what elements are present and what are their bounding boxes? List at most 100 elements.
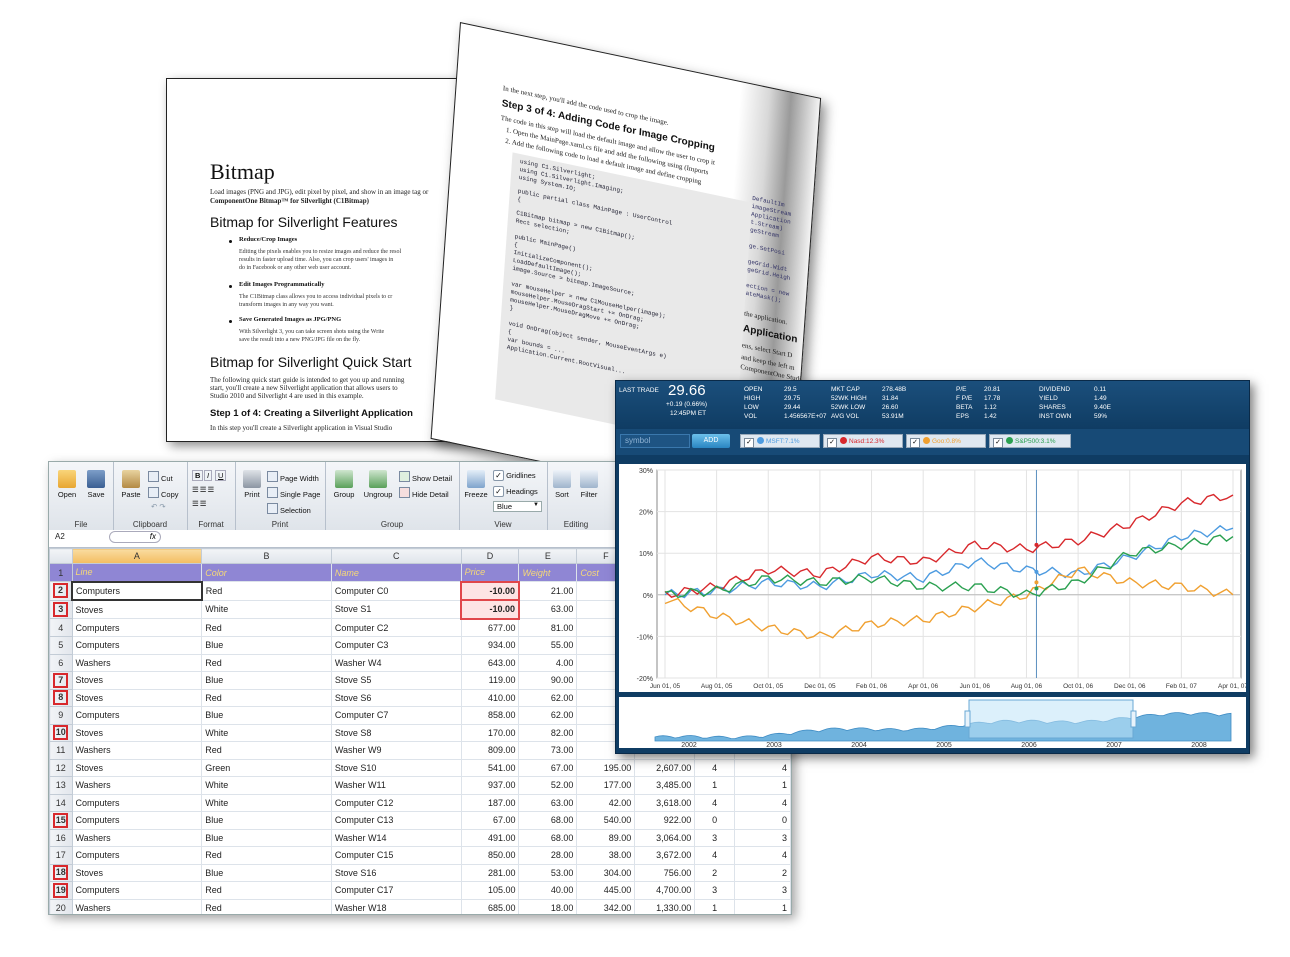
table-cell[interactable]: 53.00 [518,863,578,882]
table-cell[interactable]: 491.00 [460,828,520,847]
table-cell[interactable]: 21.00 [518,581,578,601]
table-cell[interactable]: Washers [71,741,203,760]
table-cell[interactable]: Computer C7 [330,706,462,725]
table-cell[interactable]: Blue [201,828,332,847]
table-cell[interactable]: Red [201,581,332,601]
table-cell[interactable]: Washer W4 [330,653,462,672]
select-all-corner[interactable] [49,548,73,564]
table-cell[interactable]: Stove S5 [330,671,462,690]
table-cell[interactable]: Blue [201,671,332,690]
table-cell[interactable]: 3 [694,881,736,900]
column-header[interactable]: C [330,548,462,564]
table-cell[interactable]: 809.00 [460,741,520,760]
table-cell[interactable]: Green [201,758,332,777]
table-row[interactable]: 15 Computers Blue Computer C13 67.00 68.00 540… [49,811,791,830]
row-header[interactable]: 14 [49,793,73,812]
table-cell[interactable]: 0 [734,811,791,830]
table-cell[interactable]: 62.00 [518,688,578,707]
table-cell[interactable]: 410.00 [460,688,520,707]
table-cell[interactable]: 42.00 [576,793,636,812]
table-cell[interactable]: Computers [71,846,203,865]
freeze-button[interactable]: Freeze [462,470,490,499]
table-cell[interactable]: 90.00 [518,671,578,690]
checkmark-icon[interactable]: ✓ [744,438,754,448]
table-cell[interactable]: 38.00 [576,846,636,865]
checkmark-icon[interactable]: ✓ [827,438,837,448]
table-cell[interactable]: 934.00 [460,636,520,655]
filter-button[interactable]: Filter [576,470,602,499]
gridlines-checkbox[interactable]: ✓ Gridlines [493,470,536,481]
table-cell[interactable]: Computer C15 [330,846,462,865]
table-cell[interactable]: Red [201,741,332,760]
table-row[interactable]: 12 Stoves Green Stove S10 541.00 67.00 195.00 2… [49,758,791,777]
table-cell[interactable]: 4 [694,846,736,865]
paste-button[interactable]: Paste [117,470,145,499]
table-cell[interactable]: Stove S8 [330,723,462,742]
row-header[interactable]: 6 [49,653,73,672]
table-cell[interactable]: 89.00 [576,828,636,847]
open-button[interactable]: Open [53,470,81,499]
table-cell[interactable]: 850.00 [460,846,520,865]
table-cell[interactable]: 82.00 [518,723,578,742]
table-cell[interactable]: 73.00 [518,741,578,760]
table-cell[interactable]: 4,700.00 [634,881,696,900]
table-cell[interactable]: Red [201,618,332,637]
table-cell[interactable]: 541.00 [460,758,520,777]
navigator-chart[interactable]: 2002 2003 2004 2005 2006 2007 2008 [619,697,1246,749]
table-cell[interactable]: 18.00 [518,898,578,914]
table-cell[interactable]: Washer W9 [330,741,462,760]
row-header[interactable]: 7 [49,671,73,690]
column-header[interactable]: E [518,548,578,564]
table-cell[interactable]: Computer C0 [330,581,462,601]
table-cell[interactable]: Computer C12 [330,793,462,812]
table-cell[interactable]: Stove S6 [330,688,462,707]
copy-button[interactable]: Copy [148,487,179,499]
table-cell[interactable]: Stoves [71,863,203,882]
table-cell[interactable]: 4 [694,758,736,777]
table-cell[interactable]: Washer W11 [330,776,462,795]
table-cell[interactable]: 67.00 [518,758,578,777]
table-cell[interactable]: 3 [734,828,791,847]
table-cell[interactable]: Stoves [71,723,203,742]
bold-button[interactable]: B [192,470,204,481]
fx-icon[interactable]: fx [109,531,161,543]
table-cell[interactable]: Stove S1 [330,599,462,619]
table-cell[interactable]: Stove S16 [330,863,462,882]
table-cell[interactable]: 68.00 [518,811,578,830]
table-cell[interactable]: 63.00 [518,793,578,812]
line-chart[interactable]: 30% 20% 10% 0% -10% -20%Jun 01, 05 Aug 01, 05 O… [619,464,1249,692]
table-cell[interactable]: 2 [694,863,736,882]
table-cell[interactable]: 195.00 [576,758,636,777]
row-header[interactable]: 1 [49,563,73,582]
table-cell[interactable]: 3,064.00 [634,828,696,847]
column-header[interactable]: B [201,548,332,564]
table-cell[interactable]: 858.00 [460,706,520,725]
row-header[interactable]: 19 [49,881,73,900]
table-cell[interactable]: Blue [201,636,332,655]
table-cell[interactable]: 4 [734,846,791,865]
table-cell[interactable]: 1 [694,776,736,795]
column-header[interactable]: D [460,548,520,564]
table-row[interactable]: 16 Washers Blue Washer W14 491.00 68.00 89.00 3… [49,828,791,847]
range-selection[interactable] [968,699,1134,739]
print-button[interactable]: Print [239,470,265,499]
table-row[interactable]: 19 Computers Red Computer C17 105.00 40.00 445… [49,881,791,900]
table-cell[interactable]: 52.00 [518,776,578,795]
table-cell[interactable]: Washer W14 [330,828,462,847]
table-cell[interactable]: Red [201,653,332,672]
table-cell[interactable]: 304.00 [576,863,636,882]
table-cell[interactable]: 2,607.00 [634,758,696,777]
table-cell[interactable]: Blue [201,863,332,882]
table-cell[interactable]: Computers [71,580,203,601]
table-cell[interactable]: 677.00 [460,618,520,637]
checkmark-icon[interactable]: ✓ [910,438,920,448]
table-cell[interactable]: Computers [71,636,203,655]
table-cell[interactable]: 445.00 [576,881,636,900]
table-cell[interactable]: -10.00 [460,599,520,620]
align-buttons[interactable]: ☰☰☰ [192,485,215,494]
table-cell[interactable]: 1 [694,898,736,914]
main-plot-area[interactable]: 30% 20% 10% 0% -10% -20% Jun 01, 05 Aug 01, 05 O… [619,464,1249,692]
table-cell[interactable]: Washers [71,653,203,672]
row-header[interactable]: 10 [49,723,73,742]
table-cell[interactable]: 1 [734,898,791,914]
